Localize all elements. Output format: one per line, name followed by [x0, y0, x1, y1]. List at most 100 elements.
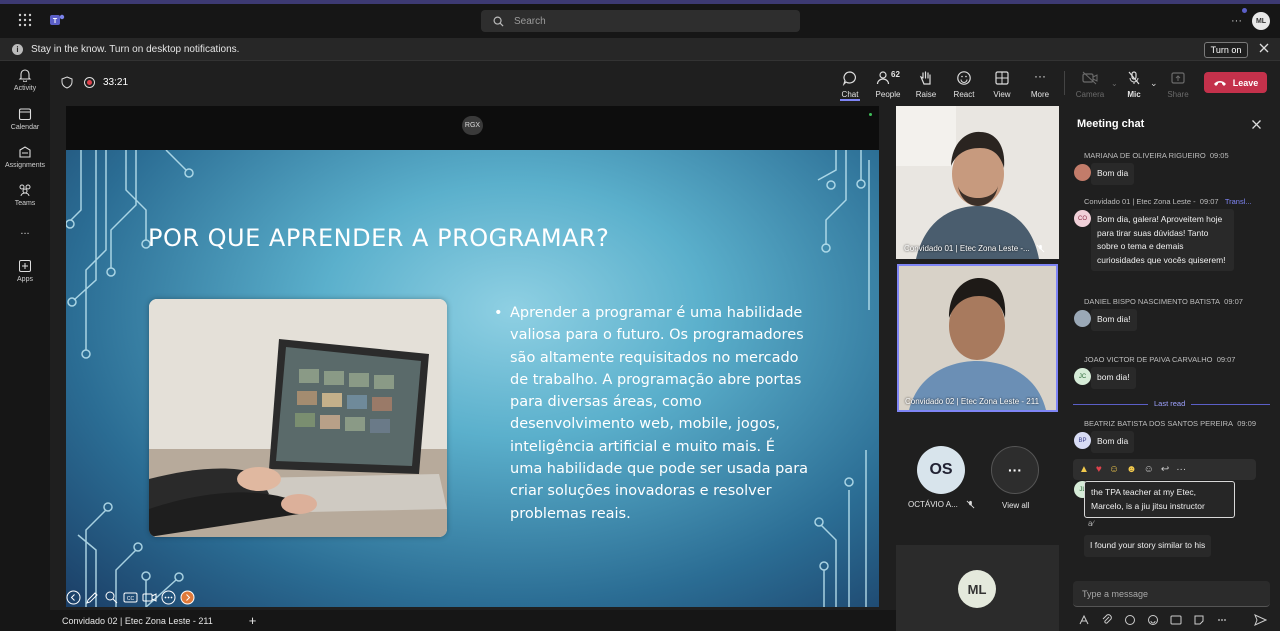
camera-button[interactable]: Camera — [1070, 70, 1110, 99]
emoji-picker-icon[interactable]: ☺ — [1144, 464, 1154, 475]
bell-icon — [18, 69, 32, 82]
participant-video — [899, 266, 1056, 410]
rail-item-more[interactable]: ... — [0, 225, 50, 237]
people-label: People — [875, 90, 901, 99]
raise-label: Raise — [915, 90, 937, 99]
zoom-icon[interactable] — [104, 590, 119, 605]
profile-avatar[interactable]: ML — [1252, 12, 1270, 30]
rail-item-calendar[interactable]: Calendar — [0, 107, 50, 131]
more-options-icon[interactable] — [1216, 614, 1228, 626]
shield-icon[interactable] — [61, 76, 73, 89]
send-icon[interactable] — [1254, 614, 1267, 626]
close-chat-icon[interactable] — [1251, 119, 1262, 130]
more-options-icon[interactable]: ··· — [1231, 15, 1242, 27]
search-input[interactable]: Search — [481, 10, 800, 32]
mic-button[interactable]: Mic — [1114, 70, 1154, 99]
react-button[interactable]: React — [944, 70, 984, 99]
view-all-button[interactable]: ··· — [991, 446, 1039, 494]
message-bubble[interactable]: bom dia! — [1091, 367, 1136, 389]
loop-icon[interactable] — [1124, 614, 1136, 626]
apps-icon — [19, 260, 31, 272]
share-label: Share — [1167, 90, 1189, 99]
sticker-icon[interactable] — [1193, 614, 1205, 626]
message-bubble[interactable]: Bom dia! — [1091, 309, 1137, 331]
avatar — [1074, 164, 1091, 181]
view-label: View — [993, 90, 1011, 99]
laugh-reaction-icon[interactable]: ☺ — [1109, 464, 1119, 475]
smiley-icon — [957, 71, 971, 85]
search-icon — [493, 16, 504, 27]
chat-icon — [842, 71, 856, 86]
presenter-badge: RGX — [462, 116, 483, 135]
people-button[interactable]: 62 People — [868, 70, 908, 99]
message-bubble-selected[interactable]: the TPA teacher at my Etec, Marcelo, is … — [1084, 481, 1235, 518]
raise-hand-button[interactable]: Raise — [906, 70, 946, 99]
more-icon: ··· — [1034, 69, 1046, 83]
chat-button[interactable]: Chat — [830, 70, 870, 99]
mic-off-icon — [966, 500, 975, 509]
next-icon[interactable] — [180, 590, 195, 605]
participant-name: OCTÁVIO A... — [908, 500, 958, 509]
mic-label: Mic — [1127, 90, 1141, 99]
add-icon[interactable]: + — [249, 613, 257, 628]
svg-text:CC: CC — [127, 596, 135, 602]
back-icon[interactable] — [66, 590, 81, 605]
surprised-reaction-icon[interactable]: ☻ — [1126, 464, 1137, 475]
message-header: JOAO VICTOR DE PAIVA CARVALHO 09:07 — [1084, 355, 1236, 364]
format-icon[interactable] — [1078, 614, 1090, 626]
last-read-label: Last read — [1148, 399, 1192, 408]
notification-text: Stay in the know. Turn on desktop notifi… — [31, 43, 240, 55]
view-button[interactable]: View — [982, 70, 1022, 99]
message-bubble[interactable]: I found your story similar to his — [1084, 535, 1212, 557]
meeting-timer: 33:21 — [103, 77, 129, 88]
notification-dot — [1242, 8, 1247, 13]
calendar-icon — [18, 108, 32, 121]
message-bubble[interactable]: Bom dia — [1091, 431, 1135, 453]
turn-on-button[interactable]: Turn on — [1204, 42, 1248, 58]
camera-off-icon — [1082, 71, 1098, 85]
gif-icon[interactable] — [1170, 614, 1182, 626]
participant-tile[interactable]: Convidado 01 | Etec Zona Leste -... — [896, 106, 1059, 259]
laptop-photo — [149, 299, 447, 537]
translate-link[interactable]: Transl... — [1225, 197, 1252, 206]
camera-icon[interactable] — [142, 590, 157, 605]
leave-label: Leave — [1232, 77, 1259, 88]
emoji-icon[interactable] — [1147, 614, 1159, 626]
rail-item-apps[interactable]: Apps — [0, 259, 50, 283]
participant-tile-active-speaker[interactable]: Convidado 02 | Etec Zona Leste - 211 — [897, 264, 1058, 412]
heart-reaction-icon[interactable]: ♥ — [1096, 464, 1102, 475]
more-icon: ... — [20, 225, 30, 237]
message-bubble[interactable]: Bom dia — [1091, 163, 1135, 185]
leave-button[interactable]: Leave — [1204, 72, 1267, 93]
more-options-icon[interactable] — [161, 590, 176, 605]
phone-hangup-icon — [1213, 80, 1226, 86]
avatar: BP — [1074, 432, 1091, 449]
close-icon[interactable] — [1258, 42, 1270, 54]
message-bubble[interactable]: Bom dia, galera! Aproveitem hoje para ti… — [1091, 209, 1234, 271]
presenter-name: Convidado 02 | Etec Zona Leste - 211 — [62, 615, 213, 626]
rail-item-teams[interactable]: Teams — [0, 183, 50, 207]
presentation-controls: CC — [66, 590, 195, 605]
message-input[interactable]: Type a message — [1073, 581, 1270, 607]
more-options-icon[interactable]: ··· — [1176, 464, 1186, 475]
app-launcher-icon[interactable] — [18, 13, 32, 27]
pen-icon[interactable] — [85, 590, 100, 605]
teams-icon — [19, 184, 31, 197]
search-placeholder: Search — [514, 15, 546, 27]
more-button[interactable]: ··· More — [1020, 70, 1060, 99]
share-button[interactable]: Share — [1158, 70, 1198, 99]
attach-icon[interactable] — [1101, 614, 1113, 626]
mic-off-icon — [1036, 244, 1045, 253]
rail-item-activity[interactable]: Activity — [0, 68, 50, 92]
avatar-os[interactable]: OS — [917, 446, 965, 494]
reply-icon[interactable]: ↩ — [1161, 464, 1169, 475]
captions-icon[interactable]: CC — [123, 590, 138, 605]
like-reaction-icon[interactable]: ▲ — [1079, 464, 1089, 475]
rail-item-assignments[interactable]: Assignments — [0, 145, 50, 169]
mic-chevron-icon[interactable]: ⌄ — [1150, 78, 1158, 89]
reaction-bar: ▲ ♥ ☺ ☻ ☺ ↩ ··· — [1073, 459, 1256, 480]
notification-bar: i Stay in the know. Turn on desktop noti… — [0, 38, 1280, 61]
translate-icon[interactable]: a∕ — [1088, 519, 1094, 528]
chat-active-indicator — [840, 99, 860, 101]
hand-icon — [919, 71, 931, 85]
